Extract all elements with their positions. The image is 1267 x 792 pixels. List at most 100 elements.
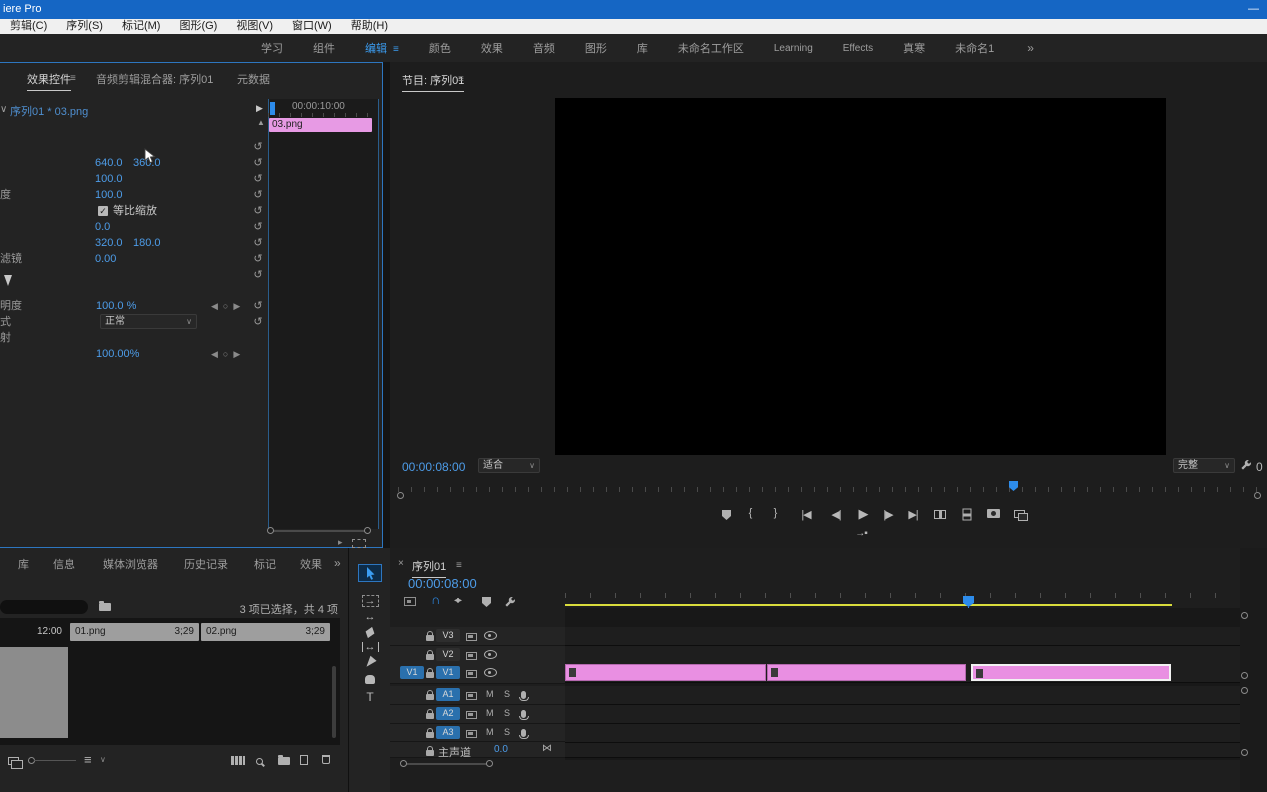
blend-mode-select[interactable]: 正常 ∨ [100, 314, 197, 329]
track-output-eye-icon[interactable] [484, 668, 497, 680]
sync-lock-icon[interactable] [466, 669, 477, 681]
settings-wrench-icon[interactable] [1240, 459, 1252, 474]
sync-lock-icon[interactable] [466, 691, 477, 703]
workspace-tab-effects[interactable]: 效果 [466, 40, 518, 56]
type-tool[interactable]: T [358, 688, 382, 706]
playback-resolution-select[interactable]: 完整 ∨ [1173, 458, 1235, 473]
track-target-a3[interactable]: A3 [436, 726, 460, 739]
workspace-tab-graphics[interactable]: 图形 [570, 40, 622, 56]
program-scroll-knob-right[interactable] [1254, 492, 1261, 499]
tab-libraries[interactable]: 库 [0, 556, 29, 572]
fit-select[interactable]: 适合 ∨ [478, 458, 540, 473]
track-target-a1[interactable]: A1 [436, 688, 460, 701]
go-to-out-icon[interactable]: ▶| [902, 508, 924, 521]
mark-out-icon[interactable]: } [767, 507, 783, 519]
item-01png[interactable]: 01.png 3;29 [70, 623, 199, 641]
item-02png[interactable]: 02.png 3;29 [201, 623, 330, 641]
workspace-tab-libraries[interactable]: 库 [622, 40, 663, 56]
new-bin-icon[interactable] [278, 755, 290, 768]
comparison-view-icon[interactable] [1014, 509, 1028, 521]
reset-anti-flicker-icon[interactable]: ↺ [251, 251, 265, 267]
reset-scale-icon[interactable]: ↺ [251, 171, 265, 187]
solo-button[interactable]: S [504, 708, 510, 718]
program-video-frame[interactable] [555, 98, 1166, 455]
opacity-value[interactable]: 100.0 % [96, 298, 136, 314]
sync-lock-icon[interactable] [466, 651, 477, 663]
workspace-tab-unnamed-workspace[interactable]: 未命名工作区 [663, 40, 759, 56]
speed-value[interactable]: 100.00% [96, 346, 139, 362]
workspace-tab-effects-en[interactable]: Effects [828, 43, 888, 54]
project-search-input[interactable] [0, 600, 88, 614]
ec-playhead[interactable] [270, 102, 275, 115]
lock-icon[interactable] [426, 709, 434, 722]
selection-tool[interactable] [358, 564, 382, 582]
lock-icon[interactable] [426, 631, 434, 644]
v-scroll-knob-2[interactable] [1241, 672, 1248, 679]
play-button[interactable]: ▶ [852, 506, 874, 522]
workspace-tab-editing[interactable]: 编辑 ≡ [350, 40, 414, 56]
sync-lock-icon[interactable] [466, 729, 477, 741]
track-output-eye-icon[interactable] [484, 650, 497, 662]
lock-icon[interactable] [426, 690, 434, 703]
item-cell-timecode[interactable]: 12:00 [0, 623, 68, 641]
workspace-tab-unnamed-1[interactable]: 未命名1 [940, 40, 1009, 56]
workspace-tab-learning-en[interactable]: Learning [759, 43, 828, 54]
lane-v2[interactable] [565, 646, 1240, 665]
project-v-scrollbar[interactable] [332, 666, 336, 738]
anti-flicker-value[interactable]: 0.00 [95, 251, 116, 267]
voiceover-mic-icon[interactable] [519, 690, 529, 702]
position-x-value[interactable]: 640.0 [95, 155, 123, 171]
solo-button[interactable]: S [504, 689, 510, 699]
pen-tool[interactable] [358, 653, 382, 671]
tab-sequence-01[interactable]: 序列01 [412, 558, 447, 578]
tab-effect-controls[interactable]: 效果控件 [27, 71, 71, 91]
program-panel-menu-icon[interactable]: ≡ [458, 74, 464, 85]
timeline-scroll-knob-right[interactable] [486, 760, 493, 767]
panel-menu-icon[interactable]: ≡ [70, 73, 76, 84]
speed-keyframe-nav[interactable]: ◀○▶ [211, 346, 245, 362]
timeline-timecode[interactable]: 00:00:08:00 [408, 576, 477, 591]
voiceover-mic-icon[interactable] [519, 709, 529, 721]
lock-icon[interactable] [426, 668, 434, 681]
delete-icon[interactable] [322, 755, 330, 767]
icon-view-icon[interactable] [8, 756, 23, 769]
v-scroll-knob-1[interactable] [1241, 612, 1248, 619]
lane-a2[interactable] [565, 705, 1240, 724]
timeline-expand-icon[interactable]: ▶ [256, 103, 263, 114]
show-keyframes-icon[interactable]: ⋈ [542, 743, 552, 754]
timeline-lanes[interactable] [565, 608, 1240, 760]
opacity-keyframe-nav[interactable]: ◀○▶ [211, 298, 245, 314]
tab-program-monitor[interactable]: 节目: 序列01 [402, 72, 465, 92]
tab-media-browser[interactable]: 媒体浏览器 [75, 556, 158, 572]
menu-item-sequence[interactable]: 序列(S) [66, 19, 103, 34]
snap-magnet-icon[interactable]: ∩ [431, 592, 440, 607]
voiceover-mic-icon[interactable] [519, 728, 529, 740]
tab-metadata[interactable]: 元数据 [237, 71, 270, 87]
tab-markers[interactable]: 标记 [228, 556, 276, 572]
go-to-in-icon[interactable]: |◀ [795, 508, 817, 521]
uniform-scale-checkbox[interactable]: ✓ [98, 206, 108, 216]
project-items-area[interactable]: 12:00 01.png 3;29 02.png 3;29 [0, 618, 340, 745]
program-timecode[interactable]: 00:00:08:00 [402, 460, 465, 474]
step-back-icon[interactable]: ◀| [825, 508, 847, 521]
tab-info[interactable]: 信息 [29, 556, 75, 572]
reset-position-icon[interactable]: ↺ [251, 155, 265, 171]
ec-clip-bar[interactable]: 03.png [269, 118, 372, 132]
track-target-v1[interactable]: V1 [436, 666, 460, 679]
automate-to-sequence-icon[interactable] [231, 756, 245, 768]
workspace-tab-learning-cn[interactable]: 学习 [246, 40, 298, 56]
collapse-chevron-icon[interactable]: ∨ [0, 104, 7, 115]
solo-button[interactable]: S [504, 727, 510, 737]
step-forward-icon[interactable]: |▶ [877, 508, 899, 521]
ec-scroll-knob-left[interactable] [267, 527, 274, 534]
collapse-up-icon[interactable]: ▲ [257, 118, 265, 127]
master-volume-value[interactable]: 0.0 [494, 744, 508, 755]
export-frame-icon[interactable] [987, 509, 1000, 521]
hand-tool[interactable] [358, 670, 382, 688]
play-audio-icon[interactable]: ▸ [338, 537, 343, 548]
reset-motion-icon[interactable]: ↺ [251, 139, 265, 155]
mute-button[interactable]: M [486, 708, 494, 718]
program-scrub-bar[interactable] [398, 480, 1260, 492]
menu-item-help[interactable]: 帮助(H) [351, 19, 388, 34]
program-scroll-knob-left[interactable] [397, 492, 404, 499]
